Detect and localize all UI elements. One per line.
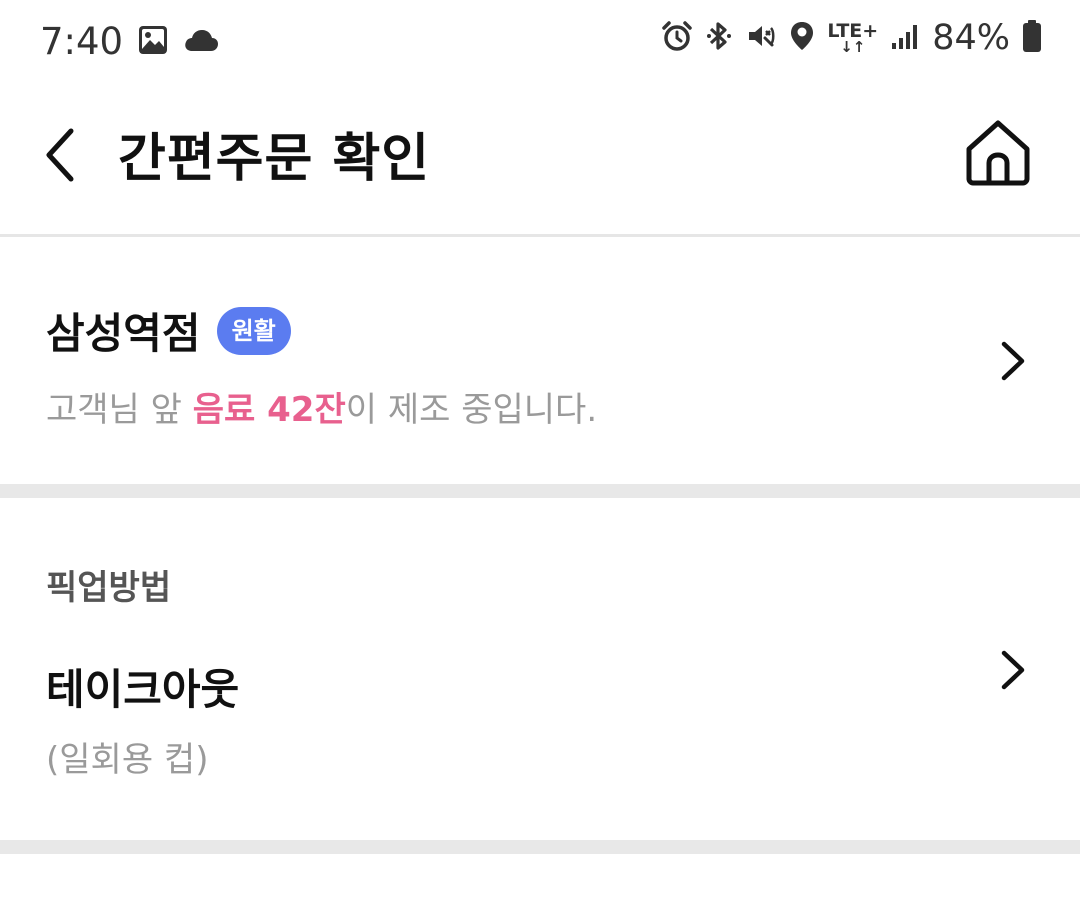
status-badge: 원활 [216, 306, 291, 355]
chevron-right-icon [1001, 341, 1025, 381]
lte-icon: LTE+ ↓↑ [827, 22, 878, 56]
page-title: 간편주문 확인 [118, 129, 431, 189]
status-bar-left: 7:40 [40, 20, 219, 63]
location-icon [789, 20, 815, 56]
status-bar-right: LTE+ ↓↑ 84% [661, 18, 1042, 58]
bluetooth-icon [705, 20, 733, 56]
section-divider [0, 484, 1080, 498]
pickup-note: (일회용 컵) [46, 740, 209, 780]
home-button[interactable] [960, 114, 1036, 190]
gallery-icon [137, 24, 169, 60]
status-time: 7:40 [40, 20, 124, 63]
section-divider [0, 840, 1080, 854]
next-section [0, 854, 1080, 919]
back-chevron-icon [46, 128, 74, 182]
cloud-icon [183, 27, 219, 57]
store-name: 삼성역점 [46, 309, 201, 358]
pickup-method: 테이크아웃 [46, 665, 240, 714]
queue-count: 음료 42잔 [192, 390, 346, 430]
app-header: 간편주문 확인 [0, 84, 1080, 235]
store-info-row[interactable]: 삼성역점 원활 고객님 앞 음료 42잔이 제조 중입니다. [0, 237, 1080, 484]
back-button[interactable] [36, 120, 86, 190]
network-arrows: ↓↑ [840, 38, 866, 56]
chevron-right-icon [1001, 650, 1025, 690]
queue-prefix: 고객님 앞 [46, 390, 193, 430]
home-icon [966, 120, 1030, 186]
queue-suffix: 이 제조 중입니다. [345, 390, 598, 430]
store-name-row: 삼성역점 원활 [46, 300, 291, 361]
alarm-icon [661, 20, 693, 56]
battery-percent: 84% [932, 18, 1010, 58]
pickup-heading: 픽업방법 [46, 568, 172, 608]
battery-icon [1022, 19, 1042, 57]
vibrate-icon [745, 20, 777, 56]
pickup-method-row[interactable]: 픽업방법 테이크아웃 (일회용 컵) [0, 498, 1080, 840]
signal-icon [890, 21, 920, 55]
status-bar: 7:40 LTE+ ↓↑ 84% [0, 0, 1080, 84]
queue-status-text: 고객님 앞 음료 42잔이 제조 중입니다. [46, 382, 597, 431]
